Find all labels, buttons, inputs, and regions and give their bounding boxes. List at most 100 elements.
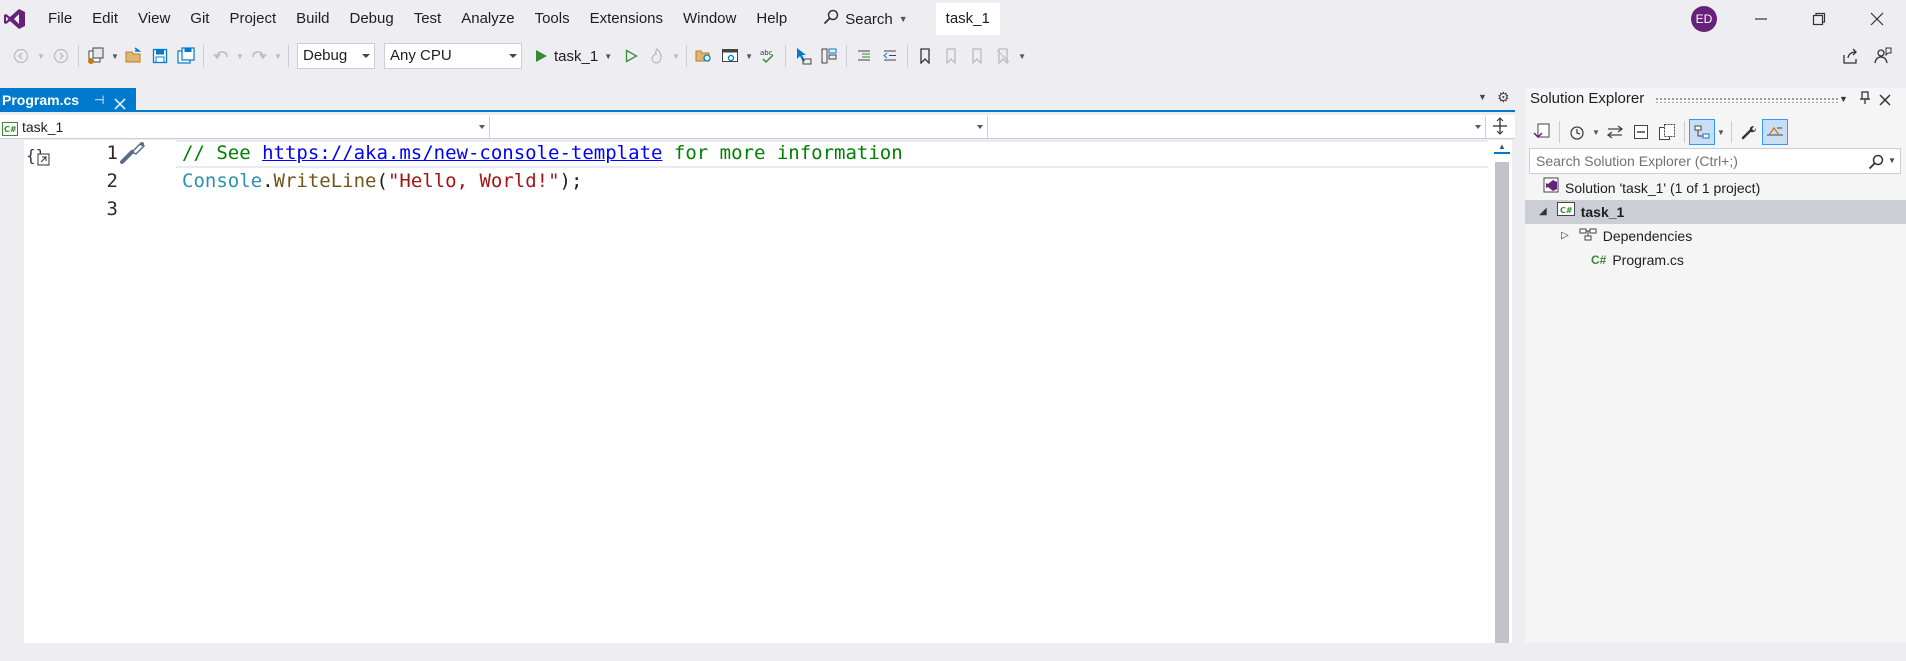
member-dropdown[interactable] [992, 116, 1486, 138]
panel-drag-grip[interactable] [1655, 97, 1840, 103]
new-project-button[interactable] [83, 43, 109, 69]
menu-edit[interactable]: Edit [82, 4, 128, 34]
back-arrow-icon [13, 48, 29, 64]
quick-actions-screwdriver-icon[interactable] [118, 140, 146, 169]
solution-search-input[interactable]: Search Solution Explorer (Ctrl+;) ▼ [1529, 148, 1901, 174]
toggle-bookmark-button[interactable] [912, 43, 938, 69]
next-bookmark-button[interactable] [964, 43, 990, 69]
expanded-triangle-icon[interactable]: ◢ [1539, 200, 1547, 224]
chevron-down-icon[interactable]: ▼ [234, 43, 246, 69]
chevron-down-icon[interactable]: ▼ [670, 43, 682, 69]
navigate-back-button[interactable] [8, 43, 34, 69]
chevron-down-icon [509, 54, 517, 58]
tree-item-program-cs[interactable]: C# Program.cs [1525, 248, 1906, 272]
menu-tools[interactable]: Tools [525, 4, 580, 34]
menu-analyze[interactable]: Analyze [451, 4, 524, 34]
menu-debug[interactable]: Debug [340, 4, 404, 34]
clear-bookmarks-button[interactable] [990, 43, 1016, 69]
close-window-button[interactable] [1849, 0, 1905, 38]
navigate-forward-button[interactable] [48, 43, 74, 69]
avatar[interactable]: ED [1691, 6, 1717, 32]
collapse-all-button[interactable] [1628, 119, 1654, 145]
preview-selected-items-button[interactable] [1689, 119, 1715, 145]
format-document-button[interactable] [851, 43, 877, 69]
tree-item-solution[interactable]: Solution 'task_1' (1 of 1 project) [1525, 176, 1906, 200]
pending-changes-filter-button[interactable] [1564, 119, 1590, 145]
configuration-dropdown[interactable]: Debug [297, 43, 375, 69]
type-dropdown[interactable] [494, 116, 988, 138]
chevron-down-icon[interactable]: ▼ [109, 43, 121, 69]
menu-build[interactable]: Build [286, 4, 339, 34]
save-all-button[interactable] [173, 43, 199, 69]
close-panel-button[interactable] [1879, 93, 1891, 109]
start-debugging-button[interactable]: task_1 ▼ [528, 43, 618, 69]
tree-view-icon [1694, 125, 1710, 139]
properties-button[interactable] [1736, 119, 1762, 145]
close-tab-button[interactable] [114, 93, 126, 117]
solution-title: task_1 [935, 3, 1000, 35]
outdent-button[interactable] [877, 43, 903, 69]
feedback-button[interactable] [1870, 43, 1896, 69]
code-editor[interactable]: {} 1 2 3 // See https://aka.ms/new-conso… [0, 140, 1492, 643]
menu-project[interactable]: Project [219, 4, 286, 34]
close-icon [114, 98, 126, 110]
tree-item-project[interactable]: ◢ C# task_1 [1525, 200, 1906, 224]
menu-extensions[interactable]: Extensions [580, 4, 673, 34]
punctuation-token: ); [559, 170, 583, 192]
toolbar-divider [203, 45, 204, 67]
collapsed-triangle-icon[interactable]: ▷ [1561, 224, 1569, 248]
switch-views-button[interactable] [1529, 119, 1555, 145]
toolbar-divider [1731, 121, 1732, 143]
solution-explorer-panel: Solution Explorer ▼ ▼ ▼ Search Solution … [1525, 88, 1906, 643]
toolbar-overflow-icon[interactable]: ▼ [743, 43, 755, 69]
menu-help[interactable]: Help [746, 4, 797, 34]
menu-git[interactable]: Git [180, 4, 219, 34]
chevron-down-icon[interactable]: ▼ [1715, 119, 1727, 145]
live-share-button[interactable] [1838, 43, 1864, 69]
menu-test[interactable]: Test [404, 4, 452, 34]
project-dropdown[interactable]: C# task_1 [0, 116, 490, 138]
panel-options-dropdown-icon[interactable]: ▼ [1839, 94, 1848, 104]
select-element-button[interactable] [790, 43, 816, 69]
save-button[interactable] [147, 43, 173, 69]
editor-vertical-scrollbar[interactable]: ▲ [1492, 140, 1512, 643]
global-search-button[interactable]: Search ▼ [811, 4, 919, 34]
tree-item-dependencies[interactable]: ▷ Dependencies [1525, 224, 1906, 248]
pin-panel-button[interactable] [1859, 91, 1871, 108]
menu-view[interactable]: View [128, 4, 180, 34]
platform-dropdown[interactable]: Any CPU [384, 43, 522, 69]
show-all-files-button[interactable] [1654, 119, 1680, 145]
gear-icon[interactable]: ⚙ [1497, 89, 1510, 106]
restore-button[interactable] [1791, 0, 1847, 38]
find-in-files-button[interactable] [691, 43, 717, 69]
open-folder-icon [125, 47, 142, 63]
tab-program-cs[interactable]: Program.cs ⊣ [0, 88, 136, 112]
scroll-up-icon[interactable]: ▲ [1498, 142, 1506, 151]
toolbar-overflow-icon[interactable]: ▼ [1016, 43, 1028, 69]
comment-link[interactable]: https://aka.ms/new-console-template [262, 142, 662, 164]
open-file-button[interactable] [121, 43, 147, 69]
scrollbar-thumb[interactable] [1495, 162, 1509, 643]
redo-button[interactable] [246, 43, 272, 69]
minimize-button[interactable] [1733, 0, 1789, 38]
code-line-1[interactable]: // See https://aka.ms/new-console-templa… [182, 142, 903, 164]
previous-bookmark-button[interactable] [938, 43, 964, 69]
tab-list-dropdown-icon[interactable]: ▼ [1478, 92, 1487, 102]
preview-button[interactable] [1762, 119, 1788, 145]
split-window-button[interactable] [1492, 117, 1508, 138]
chevron-down-icon[interactable]: ▼ [272, 43, 284, 69]
hierarchy-button[interactable] [816, 43, 842, 69]
sync-with-document-button[interactable] [1602, 119, 1628, 145]
pin-icon[interactable]: ⊣ [94, 88, 104, 112]
spell-check-button[interactable]: abc [755, 43, 781, 69]
chevron-down-icon[interactable]: ▼ [1590, 119, 1602, 145]
start-without-debugging-button[interactable] [618, 43, 644, 69]
hot-reload-button[interactable] [644, 43, 670, 69]
menu-window[interactable]: Window [673, 4, 746, 34]
undo-button[interactable] [208, 43, 234, 69]
code-line-2[interactable]: Console.WriteLine("Hello, World!"); [182, 170, 582, 192]
line-number: 3 [106, 198, 118, 220]
chevron-down-icon[interactable]: ▼ [34, 43, 48, 69]
menu-file[interactable]: File [38, 4, 82, 34]
window-layout-button[interactable] [717, 43, 743, 69]
